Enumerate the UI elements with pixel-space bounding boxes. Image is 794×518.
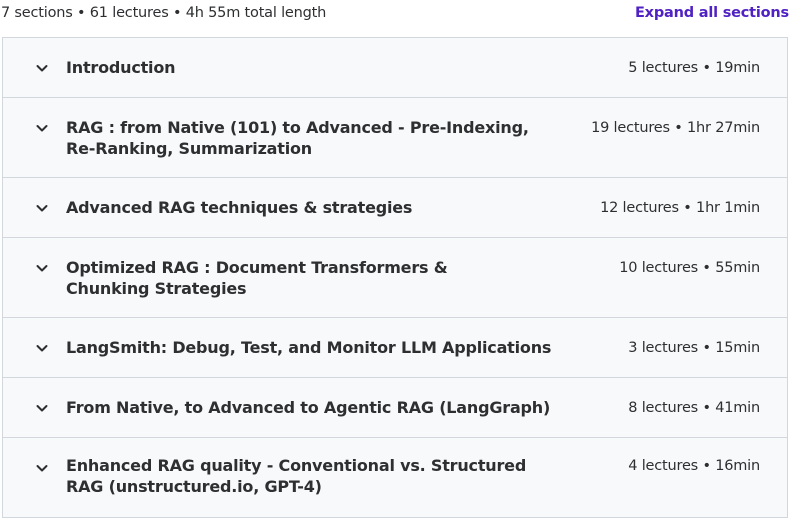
chevron-down-icon xyxy=(36,465,48,472)
curriculum-summary: 7 sections • 61 lectures • 4h 55m total … xyxy=(1,5,327,21)
curriculum-sections-list: Introduction 5 lectures • 19min RAG : fr… xyxy=(2,37,788,518)
curriculum-summary-bar: 7 sections • 61 lectures • 4h 55m total … xyxy=(0,0,794,30)
section-langsmith[interactable]: LangSmith: Debug, Test, and Monitor LLM … xyxy=(3,318,787,378)
chevron-down-icon xyxy=(36,265,48,272)
section-meta: 3 lectures • 15min xyxy=(628,340,760,356)
section-meta: 4 lectures • 16min xyxy=(628,458,760,474)
chevron-down-icon xyxy=(36,205,48,212)
expand-all-sections-button[interactable]: Expand all sections xyxy=(635,5,789,21)
section-title: RAG : from Native (101) to Advanced - Pr… xyxy=(66,118,529,158)
section-advanced-rag-techniques[interactable]: Advanced RAG techniques & strategies 12 … xyxy=(3,178,787,238)
section-meta: 8 lectures • 41min xyxy=(628,400,760,416)
chevron-down-icon xyxy=(36,405,48,412)
section-optimized-rag[interactable]: Optimized RAG : Document Transformers & … xyxy=(3,238,787,318)
section-title: LangSmith: Debug, Test, and Monitor LLM … xyxy=(66,338,552,357)
section-meta: 12 lectures • 1hr 1min xyxy=(600,200,760,216)
section-meta: 10 lectures • 55min xyxy=(619,260,760,276)
section-agentic-rag-langgraph[interactable]: From Native, to Advanced to Agentic RAG … xyxy=(3,378,787,438)
section-enhanced-rag-quality[interactable]: Enhanced RAG quality - Conventional vs. … xyxy=(3,438,787,518)
section-introduction[interactable]: Introduction 5 lectures • 19min xyxy=(3,38,787,98)
chevron-down-icon xyxy=(36,125,48,132)
section-title: Introduction xyxy=(66,58,176,77)
section-title: Optimized RAG : Document Transformers & … xyxy=(66,258,448,298)
section-rag-native-to-advanced[interactable]: RAG : from Native (101) to Advanced - Pr… xyxy=(3,98,787,178)
section-title: Advanced RAG techniques & strategies xyxy=(66,198,413,217)
section-meta: 19 lectures • 1hr 27min xyxy=(591,120,760,136)
section-title: From Native, to Advanced to Agentic RAG … xyxy=(66,398,551,417)
section-meta: 5 lectures • 19min xyxy=(628,60,760,76)
section-title: Enhanced RAG quality - Conventional vs. … xyxy=(66,456,527,496)
chevron-down-icon xyxy=(36,65,48,72)
chevron-down-icon xyxy=(36,345,48,352)
